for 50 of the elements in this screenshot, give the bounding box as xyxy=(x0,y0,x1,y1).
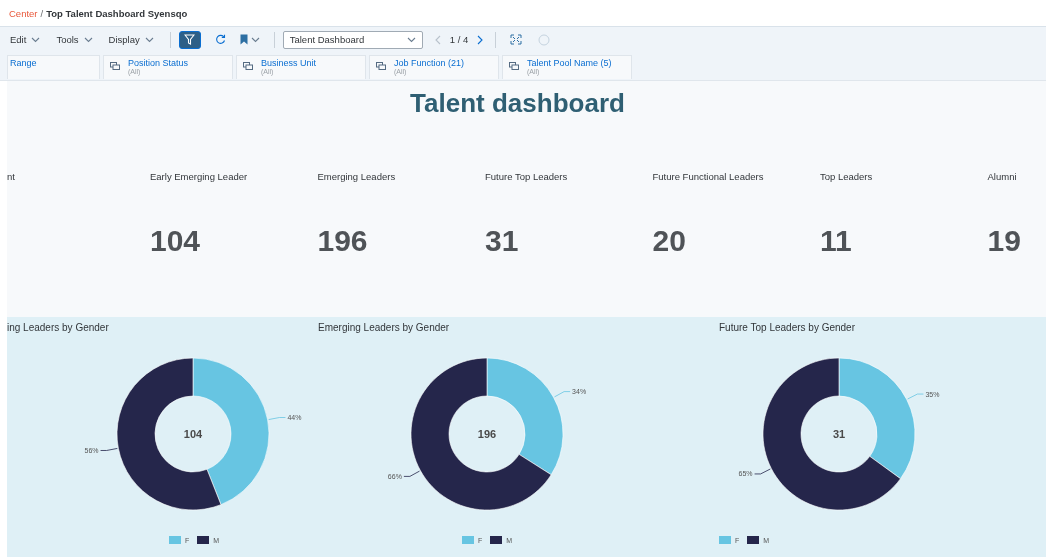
chart-title: Emerging Leaders by Gender xyxy=(317,322,451,335)
kpi-value: 104 xyxy=(150,224,202,258)
menu-button[interactable]: Edit xyxy=(10,34,41,45)
menu-button[interactable]: Display xyxy=(108,34,154,45)
menu-button[interactable]: Tools xyxy=(56,34,93,45)
kpi-label: Alumni xyxy=(987,171,1018,184)
kpi-value: 31 xyxy=(485,224,520,258)
filter-stack-icon xyxy=(376,62,386,70)
caret-icon xyxy=(83,36,93,43)
filter-button[interactable] xyxy=(178,30,201,49)
kpi-value: 19 xyxy=(987,224,1022,258)
kpi-label: Future Functional Leaders xyxy=(652,171,765,184)
view-dropdown[interactable]: Talent Dashboard xyxy=(282,30,423,49)
kpi-label: nt xyxy=(7,171,16,184)
page-title: Top Talent Dashboard Syensqo xyxy=(46,7,188,19)
page-counter: 1 / 4 xyxy=(449,34,469,45)
breadcrumb-separator: / xyxy=(40,7,44,19)
filter-chip[interactable]: Range xyxy=(7,55,100,79)
refresh-icon[interactable] xyxy=(214,34,226,45)
kpi-label: Future Top Leaders xyxy=(485,171,569,184)
bookmark-icon[interactable] xyxy=(239,34,248,45)
kpi-value: 196 xyxy=(317,224,369,258)
kpi-label: Emerging Leaders xyxy=(317,171,397,184)
data-label-leader xyxy=(403,470,420,477)
chart-title: ing Leaders by Gender xyxy=(7,322,110,335)
dashboard-title: Talent dashboard xyxy=(409,87,626,118)
caret-icon xyxy=(31,36,41,43)
filter-stack-icon xyxy=(243,62,253,70)
kpi-label: Top Leaders xyxy=(820,171,874,184)
kpi-value: 11 xyxy=(820,224,853,258)
data-label-leader xyxy=(754,468,771,475)
fit-screen-icon[interactable] xyxy=(510,34,523,45)
data-label-leader xyxy=(554,391,571,398)
center-total: 196 xyxy=(477,428,497,440)
breadcrumb-link[interactable]: Center xyxy=(9,7,38,19)
filter-stack-icon xyxy=(509,62,519,70)
data-label-leader xyxy=(907,393,924,400)
caret-icon xyxy=(250,36,260,43)
center-total: 31 xyxy=(832,428,846,440)
data-label-leader xyxy=(268,417,286,420)
data-label-leader xyxy=(100,448,118,451)
caret-icon xyxy=(406,36,416,43)
chart-title: Future Top Leaders by Gender xyxy=(719,322,856,335)
caret-icon xyxy=(144,36,154,43)
kpi-value: 20 xyxy=(652,224,687,258)
kpi-label: Early Emerging Leader xyxy=(150,171,249,184)
next-icon[interactable] xyxy=(477,34,484,45)
center-total: 104 xyxy=(183,428,203,440)
funnel-icon xyxy=(184,34,196,45)
filter-stack-icon xyxy=(110,62,120,70)
